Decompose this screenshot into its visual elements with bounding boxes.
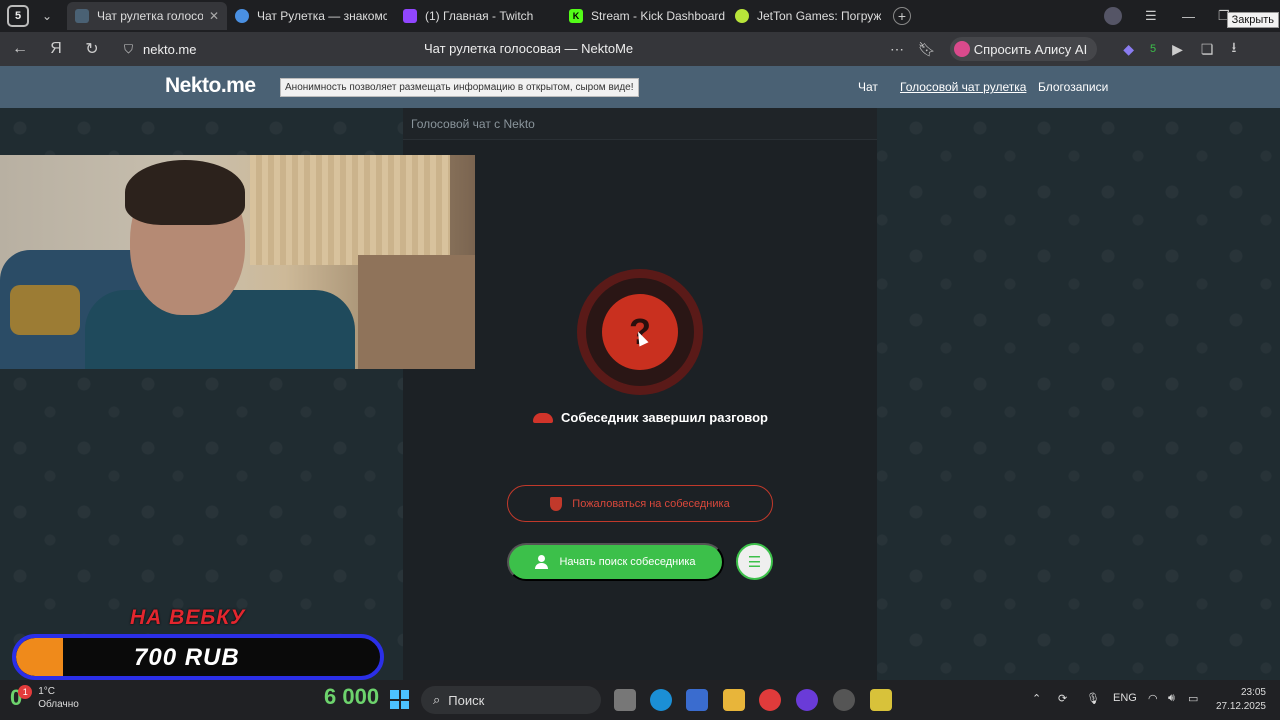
- yandex-browser-icon[interactable]: [759, 689, 781, 711]
- status-text: Собеседник завершил разговор: [561, 410, 768, 425]
- close-tab-icon[interactable]: ✕: [209, 9, 219, 23]
- language-indicator[interactable]: ENG: [1113, 692, 1137, 704]
- site-header: Nekto.me Анонимность позволяет размещать…: [0, 66, 1280, 108]
- kick-favicon-icon: K: [569, 9, 583, 23]
- extension-icon[interactable]: ◆: [1123, 41, 1134, 58]
- tab-twitch[interactable]: (1) Главная - Twitch: [395, 2, 561, 30]
- user-search-icon: [535, 555, 549, 569]
- notification-badge: 1: [18, 685, 33, 699]
- weather-condition: Облачно: [38, 699, 79, 710]
- more-options-icon[interactable]: ⋯: [890, 41, 904, 58]
- report-partner-button[interactable]: Пожаловаться на собеседника: [507, 485, 773, 522]
- donation-amount: 700 RUB: [134, 644, 240, 671]
- search-label: Начать поиск собеседника: [559, 556, 696, 568]
- site-info-icon[interactable]: ⛉: [124, 42, 133, 57]
- page-title: Чат рулетка голосовая — NektoMe: [424, 41, 634, 56]
- overlay-counter: 6 000: [324, 684, 380, 709]
- new-tab-plus-icon[interactable]: +: [893, 7, 911, 25]
- shield-icon: [550, 496, 563, 511]
- windows-start-icon[interactable]: [390, 690, 409, 709]
- battery-icon[interactable]: ▭: [1188, 692, 1198, 705]
- taskbar-search-box[interactable]: ⌕ Поиск: [421, 686, 601, 714]
- address-bar: ← Я ↻ ⛉ nekto.me Чат рулетка голосовая —…: [0, 32, 1280, 66]
- tab-nekto-voice[interactable]: Чат рулетка голосовая ✕: [67, 2, 227, 30]
- url-text: nekto.me: [143, 41, 197, 57]
- close-window-tooltip: Закрыть: [1226, 12, 1279, 28]
- reload-icon[interactable]: ↻: [74, 39, 110, 59]
- back-arrow-icon[interactable]: ←: [2, 40, 38, 58]
- start-search-button[interactable]: Начать поиск собеседника: [507, 543, 724, 581]
- url-field[interactable]: ⛉ nekto.me: [124, 42, 404, 57]
- webcam-video: [0, 155, 475, 369]
- donation-goal-title: НА ВЕБКУ: [130, 606, 246, 629]
- obs-icon[interactable]: [833, 689, 855, 711]
- ask-alice-button[interactable]: Спросить Алису AI: [949, 37, 1098, 61]
- nav-blog[interactable]: Блогозаписи: [1038, 80, 1108, 94]
- tab-label: (1) Главная - Twitch: [425, 9, 534, 23]
- sync-icon[interactable]: ⟳: [1058, 692, 1067, 705]
- temperature: 1°C: [38, 686, 56, 697]
- file-explorer-icon[interactable]: [723, 689, 745, 711]
- alice-app-icon[interactable]: [796, 689, 818, 711]
- anonymity-notice: Анонимность позволяет размещать информац…: [280, 78, 639, 97]
- chevron-up-icon[interactable]: ⌃: [1032, 692, 1041, 705]
- collections-icon[interactable]: ❏: [1201, 41, 1214, 58]
- tab-label: JetTon Games: Погружен: [757, 9, 881, 23]
- site-logo[interactable]: Nekto.me: [165, 74, 256, 98]
- tab-count-button[interactable]: 5: [7, 5, 29, 27]
- yandex-icon[interactable]: Я: [38, 40, 74, 58]
- store-icon[interactable]: [686, 689, 708, 711]
- bookmark-icon[interactable]: 🔖︎: [918, 41, 936, 58]
- nav-voice-chat[interactable]: Голосовой чат рулетка: [900, 80, 1026, 94]
- browser-tab-strip: 5 ⌄ Чат рулетка голосовая ✕ Чат Рулетка …: [0, 0, 1280, 32]
- extension-badge[interactable]: 5: [1150, 43, 1156, 55]
- donation-progress-bar: 700 RUB: [12, 634, 384, 680]
- search-placeholder: Поиск: [448, 692, 485, 708]
- microphone-icon[interactable]: 🎙︎: [1086, 692, 1100, 705]
- weather-widget[interactable]: 0 1 1°C Облачно: [10, 685, 79, 711]
- chatroulette-favicon-icon: [235, 9, 249, 23]
- play-icon[interactable]: ▶: [1172, 41, 1183, 58]
- download-icon[interactable]: ⭳: [1231, 37, 1236, 61]
- jetton-favicon-icon: [735, 9, 749, 23]
- volume-icon[interactable]: 🔊︎: [1168, 692, 1175, 705]
- clock-time: 23:05: [1240, 687, 1266, 698]
- twitch-favicon-icon: [403, 9, 417, 23]
- ask-alice-label: Спросить Алису AI: [973, 41, 1088, 57]
- wifi-icon[interactable]: ◠: [1148, 692, 1158, 705]
- menu-icon[interactable]: ☰: [1145, 0, 1157, 32]
- tab-label: Чат рулетка голосовая: [97, 9, 203, 23]
- alice-icon: [953, 41, 970, 57]
- report-label: Пожаловаться на собеседника: [572, 497, 730, 510]
- app-icon[interactable]: [870, 689, 892, 711]
- tab-jetton[interactable]: JetTon Games: Погружен: [727, 2, 889, 30]
- minimize-icon[interactable]: —: [1182, 0, 1195, 32]
- call-status: Собеседник завершил разговор: [533, 410, 768, 425]
- tab-label: Чат Рулетка — знакомств: [257, 9, 387, 23]
- chevron-down-icon[interactable]: ⌄: [35, 9, 59, 23]
- nekto-favicon-icon: [75, 9, 89, 23]
- sliders-icon: ☰: [747, 553, 762, 571]
- clock-date: 27.12.2025: [1215, 701, 1266, 712]
- profile-avatar-icon[interactable]: [1104, 0, 1122, 32]
- filter-settings-button[interactable]: ☰: [736, 543, 773, 580]
- tab-kick[interactable]: K Stream - Kick Dashboard: [561, 2, 727, 30]
- tab-label: Stream - Kick Dashboard: [591, 9, 726, 23]
- windows-taskbar: 0 1 1°C Облачно 6 000 ⌕ Поиск ⌃ ⟳ 🎙︎ ENG…: [0, 680, 1280, 720]
- edge-browser-icon[interactable]: [650, 689, 672, 711]
- panel-header: Голосовой чат с Nekto: [403, 108, 877, 140]
- donation-progress-fill: [16, 638, 64, 676]
- search-icon: ⌕: [433, 692, 441, 707]
- system-clock[interactable]: 23:05 27.12.2025: [1214, 686, 1266, 714]
- nav-chat[interactable]: Чат: [858, 80, 878, 94]
- panel-title: Голосовой чат с Nekto: [411, 117, 535, 131]
- hang-up-phone-icon: [533, 412, 553, 423]
- tab-chatroulette[interactable]: Чат Рулетка — знакомств: [227, 2, 395, 30]
- task-view-icon[interactable]: [614, 689, 636, 711]
